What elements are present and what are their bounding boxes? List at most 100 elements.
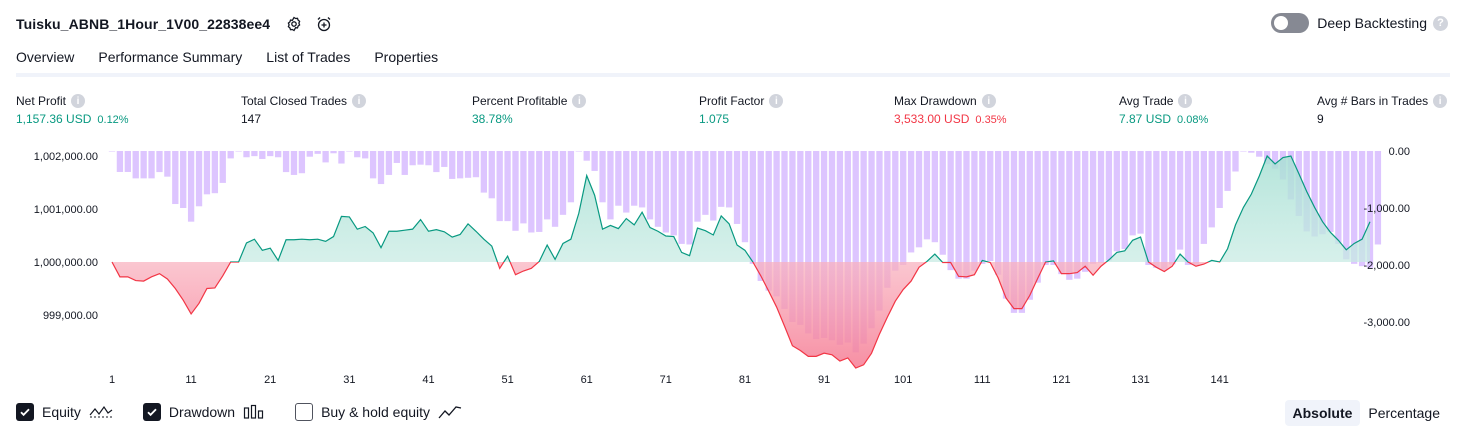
drawdown-bar — [1224, 151, 1231, 191]
drawdown-bar — [425, 151, 432, 166]
tab-bar: Overview Performance Summary List of Tra… — [16, 48, 462, 77]
tab-properties[interactable]: Properties — [374, 48, 438, 76]
drawdown-bar — [987, 151, 994, 262]
drawdown-tick-label: -2,000.00 — [1364, 260, 1410, 272]
info-icon[interactable]: i — [71, 94, 86, 108]
x-tick-label: 61 — [581, 374, 593, 386]
drawdown-bar — [591, 151, 598, 171]
metric-label: Avg Trade — [1119, 94, 1174, 108]
drawdown-bar — [1161, 151, 1168, 270]
drawdown-bar — [354, 151, 361, 158]
info-icon[interactable]: i — [981, 94, 996, 108]
drawdown-bar — [947, 151, 954, 271]
buy-hold-checkbox[interactable] — [295, 403, 314, 421]
drawdown-bar — [496, 151, 503, 222]
drawdown-bar — [132, 151, 139, 179]
metric-label: Profit Factor — [699, 94, 765, 108]
x-tick-label: 111 — [974, 374, 991, 386]
drawdown-bar — [694, 151, 701, 222]
drawdown-bar — [243, 151, 250, 158]
drawdown-bar — [1137, 151, 1144, 234]
tab-list-of-trades[interactable]: List of Trades — [266, 48, 350, 76]
tabs-divider — [16, 73, 1450, 77]
drawdown-bar — [409, 151, 416, 166]
drawdown-bar — [441, 151, 448, 167]
drawdown-bar — [290, 151, 298, 175]
drawdown-bar — [401, 151, 408, 175]
deep-backtesting-toggle[interactable] — [1271, 13, 1310, 33]
drawdown-bar — [1066, 151, 1073, 280]
equity-checkbox[interactable] — [16, 403, 34, 421]
drawdown-bar — [235, 151, 242, 152]
metric-total-closed-trades: Total Closed Trades i 147 — [241, 93, 367, 126]
drawdown-bar — [211, 151, 219, 194]
x-tick-label: 101 — [894, 374, 912, 386]
metric-value: 9 — [1317, 112, 1324, 126]
x-tick-label: 1 — [109, 374, 115, 386]
drawdown-bar — [1248, 151, 1255, 153]
metrics-row: Net Profit i 1,157.36 USD 0.12% Total Clos… — [0, 93, 1466, 133]
equity-drawdown-chart[interactable]: 999,000.00 1,000,000.00 1,001,000.00 1,002,… — [0, 140, 1466, 390]
drawdown-bar — [939, 151, 946, 255]
drawdown-bar — [567, 151, 575, 203]
drawdown-bar — [1240, 151, 1247, 152]
drawdown-bar — [488, 151, 495, 199]
drawdown-bar — [1074, 151, 1081, 279]
drawdown-bar — [274, 151, 282, 158]
percentage-button[interactable]: Percentage — [1360, 400, 1448, 426]
drawdown-bar — [520, 151, 527, 224]
drawdown-bar — [528, 151, 535, 233]
drawdown-bar — [164, 151, 171, 177]
strategy-title: Tuisku_ABNB_1Hour_1V00_22838ee4 — [16, 16, 271, 32]
drawdown-checkbox[interactable] — [142, 403, 161, 421]
drawdown-bar — [678, 151, 685, 244]
x-tick-label: 21 — [264, 374, 276, 386]
metric-max-drawdown: Max Drawdown i 3,533.00 USD 0.35% — [894, 93, 1007, 126]
drawdown-bar — [1335, 151, 1342, 244]
x-tick-label: 11 — [185, 374, 196, 386]
x-tick-label: 121 — [1052, 374, 1070, 386]
drawdown-bar — [338, 151, 345, 164]
x-tick-label: 141 — [1211, 374, 1229, 386]
metric-value: 1,157.36 USD — [16, 112, 92, 126]
drawdown-bar — [615, 151, 622, 206]
drawdown-bar — [662, 151, 669, 233]
drawdown-bar — [923, 151, 931, 240]
drawdown-bar — [1121, 151, 1128, 250]
tab-overview[interactable]: Overview — [16, 48, 75, 77]
drawdown-tick-label: -1,000.00 — [1364, 203, 1410, 215]
info-icon[interactable]: i — [572, 94, 587, 108]
metric-label: Avg # Bars in Trades — [1317, 94, 1429, 108]
info-icon[interactable]: i — [1433, 94, 1448, 108]
legend-buy-hold[interactable]: Buy & hold equity — [295, 403, 462, 421]
trade-number-axis: 1 11 21 31 41 51 61 71 81 91 101 111 121 131 141 — [109, 374, 1229, 386]
alarm-add-icon[interactable] — [314, 14, 334, 34]
drawdown-bar — [267, 151, 274, 157]
drawdown-bar — [1082, 151, 1089, 272]
drawdown-bar — [464, 151, 472, 178]
absolute-button[interactable]: Absolute — [1284, 400, 1361, 426]
info-icon[interactable]: i — [769, 94, 784, 108]
drawdown-bar — [994, 151, 1002, 275]
drawdown-bar — [377, 151, 385, 185]
legend-equity[interactable]: Equity — [16, 403, 113, 421]
drawdown-bar — [725, 151, 733, 208]
drawdown-bar — [931, 151, 938, 243]
drawdown-bar — [417, 151, 424, 165]
drawdown-bar — [1129, 151, 1136, 236]
settings-icon[interactable] — [284, 14, 304, 34]
info-icon[interactable]: i — [1178, 94, 1193, 108]
drawdown-bar — [385, 151, 393, 175]
help-icon[interactable]: ? — [1433, 15, 1448, 31]
drawdown-bar — [282, 151, 290, 173]
drawdown-bar — [741, 151, 749, 243]
drawdown-bar — [456, 151, 464, 179]
info-icon[interactable]: i — [352, 94, 367, 108]
drawdown-bar — [219, 151, 226, 183]
drawdown-bar — [1050, 151, 1057, 265]
drawdown-bar — [472, 151, 480, 178]
tab-performance-summary[interactable]: Performance Summary — [98, 48, 242, 76]
legend-drawdown[interactable]: Drawdown — [142, 403, 265, 421]
drawdown-bar — [393, 151, 400, 163]
x-tick-label: 31 — [343, 374, 355, 386]
